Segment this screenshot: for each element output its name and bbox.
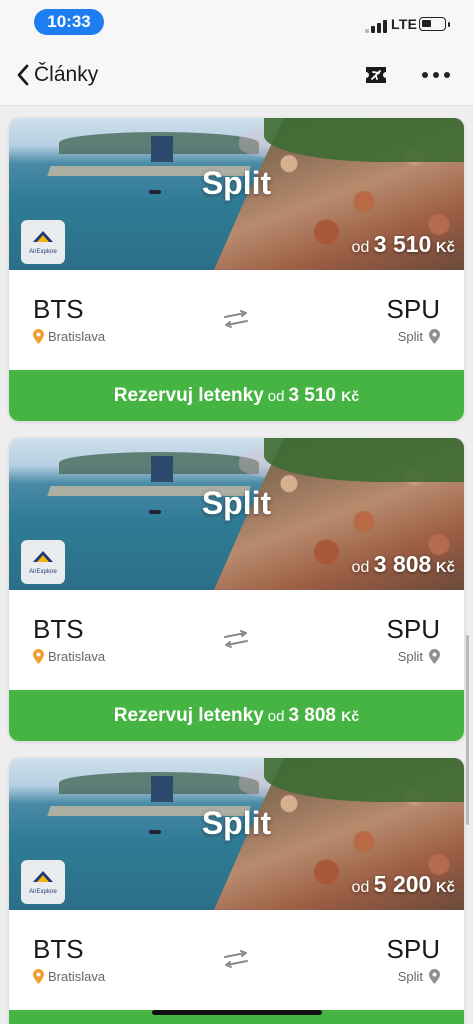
destination-title: Split — [201, 485, 272, 521]
signal-icon — [365, 19, 387, 33]
destination-city-label: Split — [397, 969, 423, 984]
ticket-plane-icon[interactable] — [364, 65, 388, 85]
destination-city: Split — [398, 649, 440, 664]
price-tag: od 3 510 Kč — [352, 231, 455, 258]
status-time: 10:33 — [34, 9, 104, 35]
price-amount: 5 200 — [373, 871, 432, 897]
price-prefix: od — [351, 559, 370, 576]
book-price: 3 510 — [288, 385, 336, 406]
location-pin-icon — [33, 329, 44, 344]
price-prefix: od — [351, 239, 370, 256]
book-currency: Kč — [341, 388, 360, 404]
origin-city-label: Bratislava — [48, 329, 106, 344]
book-label: Rezervuj letenky — [113, 385, 264, 406]
destination-code: SPU — [386, 294, 440, 324]
route-info: BTS Bratislava SPU Split — [9, 270, 464, 370]
location-pin-icon — [429, 649, 440, 664]
swap-arrows-icon — [224, 950, 248, 968]
book-price-prefix: od — [267, 708, 285, 725]
location-pin-icon — [33, 969, 44, 984]
brand-name: AirExplore — [29, 889, 57, 895]
airexplore-logo-icon — [33, 551, 53, 562]
status-bar: 10:33 LTE — [0, 0, 473, 44]
origin-city: Bratislava — [33, 649, 105, 664]
swap-arrows-icon — [224, 310, 248, 328]
airexplore-logo-icon — [33, 871, 53, 882]
battery-icon — [419, 17, 450, 31]
origin-city: Bratislava — [33, 329, 105, 344]
airline-badge: AirExplore — [21, 860, 65, 904]
home-indicator[interactable] — [152, 1010, 322, 1015]
origin-code: BTS — [33, 614, 84, 644]
price-tag: od 5 200 Kč — [352, 871, 455, 898]
destination-city: Split — [398, 969, 440, 984]
price-prefix: od — [351, 879, 370, 896]
origin-code: BTS — [33, 934, 84, 964]
destination-title: Split — [201, 805, 272, 841]
price-currency: Kč — [435, 239, 455, 256]
brand-name: AirExplore — [29, 249, 57, 255]
origin-city: Bratislava — [33, 969, 105, 984]
location-pin-icon — [429, 969, 440, 984]
destination-city-label: Split — [397, 649, 423, 664]
route-info: BTS Bratislava SPU Split — [9, 910, 464, 1010]
book-price: 3 808 — [288, 705, 336, 726]
book-price-prefix: od — [267, 388, 285, 405]
price-tag: od 3 808 Kč — [352, 551, 455, 578]
destination-title: Split — [201, 165, 272, 201]
flight-card[interactable]: Split AirExplore od 5 200 Kč BTS Bratisl… — [9, 758, 464, 1024]
location-pin-icon — [33, 649, 44, 664]
origin-city-label: Bratislava — [48, 969, 106, 984]
price-currency: Kč — [435, 879, 455, 896]
price-amount: 3 808 — [373, 551, 432, 577]
back-chevron-icon[interactable] — [14, 63, 34, 87]
brand-name: AirExplore — [29, 569, 57, 575]
scrollbar[interactable] — [466, 635, 469, 825]
destination-code: SPU — [386, 934, 440, 964]
flight-card[interactable]: Split AirExplore od 3 510 Kč BTS Bratisl… — [9, 118, 464, 421]
destination-city-label: Split — [397, 329, 423, 344]
book-tickets-button[interactable]: Rezervuj letenky od 3 510 Kč — [9, 370, 464, 421]
airline-badge: AirExplore — [21, 540, 65, 584]
origin-city-label: Bratislava — [48, 649, 106, 664]
price-amount: 3 510 — [373, 231, 432, 257]
destination-city: Split — [398, 329, 440, 344]
back-button[interactable]: Články — [34, 63, 98, 87]
location-pin-icon — [429, 329, 440, 344]
flight-card[interactable]: Split AirExplore od 3 808 Kč BTS Bratisl… — [9, 438, 464, 741]
book-tickets-button[interactable]: Rezervuj letenky od 3 808 Kč — [9, 690, 464, 741]
route-info: BTS Bratislava SPU Split — [9, 590, 464, 690]
more-options-icon[interactable] — [422, 72, 450, 80]
destination-code: SPU — [386, 614, 440, 644]
swap-arrows-icon — [224, 630, 248, 648]
price-currency: Kč — [435, 559, 455, 576]
book-label: Rezervuj letenky — [113, 705, 264, 726]
book-currency: Kč — [341, 708, 360, 724]
airexplore-logo-icon — [33, 231, 53, 242]
network-type: LTE — [391, 16, 418, 32]
origin-code: BTS — [33, 294, 84, 324]
airline-badge: AirExplore — [21, 220, 65, 264]
navigation-bar: Články — [0, 44, 473, 106]
